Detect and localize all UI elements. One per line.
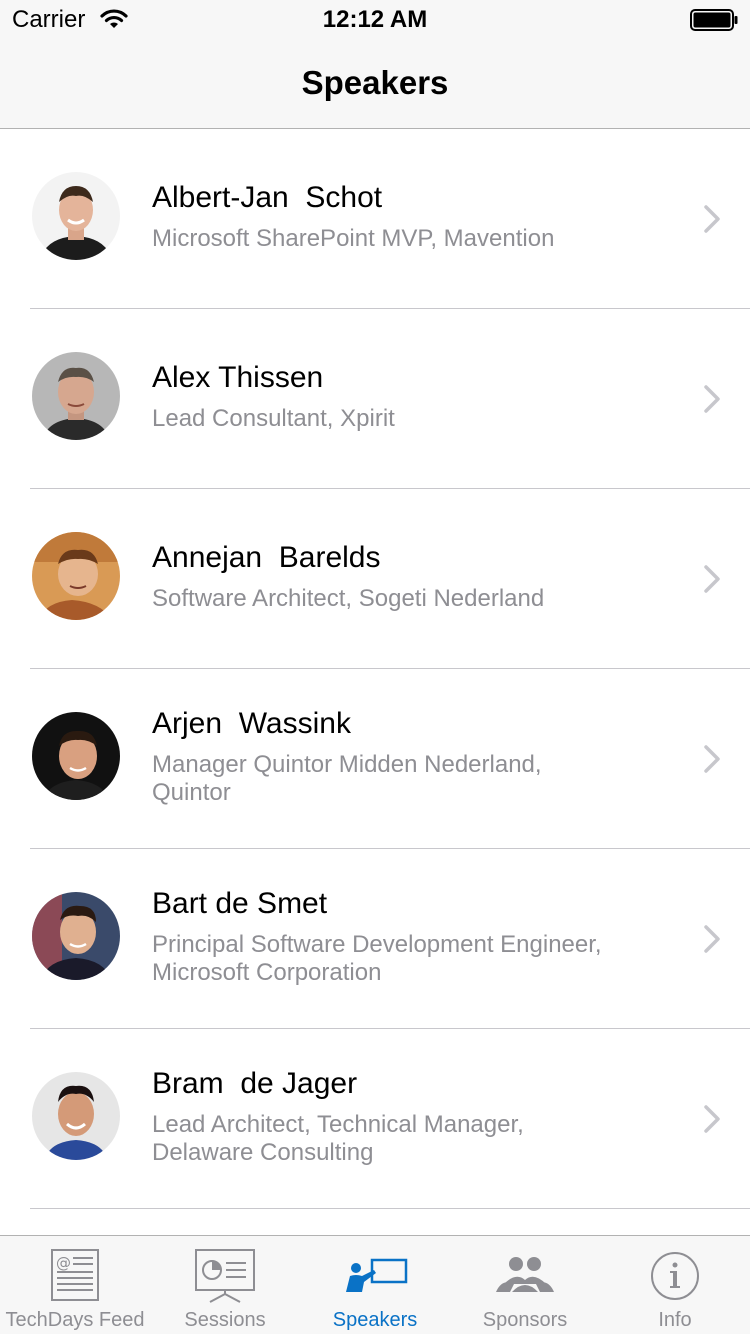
- speaker-title-line: Delaware Consulting: [152, 1139, 374, 1166]
- speaker-title: Manager Quintor Midden Nederland, Quinto…: [152, 751, 672, 807]
- speaker-row[interactable]: Arjen Wassink Manager Quintor Midden Ned…: [0, 669, 750, 849]
- speaker-title-line: Lead Architect, Technical Manager,: [152, 1111, 524, 1138]
- person-photo: [32, 712, 120, 800]
- tab-sponsors[interactable]: Sponsors: [450, 1236, 600, 1334]
- tab-techdays-feed[interactable]: @ TechDays Feed: [0, 1236, 150, 1334]
- speaker-row[interactable]: Albert-Jan Schot Microsoft SharePoint MV…: [0, 129, 750, 309]
- speaker-name: Bram de Jager: [152, 1067, 358, 1100]
- person-photo: [32, 892, 120, 980]
- speaker-title-line: Microsoft SharePoint MVP, Mavention: [152, 225, 555, 252]
- speaker-row[interactable]: Alex Thissen Lead Consultant, Xpirit: [0, 309, 750, 489]
- newspaper-icon: @: [51, 1249, 99, 1301]
- status-bar: Carrier 12:12 AM: [0, 0, 750, 40]
- speaker-title: Lead Consultant, Xpirit: [152, 405, 672, 433]
- speaker-avatar: [32, 892, 120, 980]
- speaker-title: Lead Architect, Technical Manager, Delaw…: [152, 1111, 672, 1167]
- speaker-avatar: [32, 1072, 120, 1160]
- tab-label: TechDays Feed: [5, 1309, 145, 1331]
- speaker-title-line: Software Architect, Sogeti Nederland: [152, 585, 545, 612]
- speaker-avatar: [32, 532, 120, 620]
- tab-sessions[interactable]: Sessions: [150, 1236, 300, 1334]
- battery-icon: [690, 9, 738, 31]
- person-photo: [32, 172, 120, 260]
- speaker-avatar: [32, 712, 120, 800]
- svg-text:@: @: [56, 1254, 71, 1272]
- speaker-title: Microsoft SharePoint MVP, Mavention: [152, 225, 672, 253]
- chevron-right-icon: [704, 385, 720, 413]
- info-icon: [651, 1252, 699, 1300]
- speaker-title-line: Quintor: [152, 779, 231, 806]
- speaker-list: Albert-Jan Schot Microsoft SharePoint MV…: [0, 129, 750, 1235]
- person-photo: [32, 352, 120, 440]
- speaker-name: Bart de Smet: [152, 887, 328, 920]
- speaker-title-line: Manager Quintor Midden Nederland,: [152, 751, 542, 778]
- speaker-avatar: [32, 352, 120, 440]
- tab-speakers[interactable]: Speakers: [300, 1236, 450, 1334]
- tab-info[interactable]: Info: [600, 1236, 750, 1334]
- speaker-title-line: Principal Software Development Engineer,: [152, 931, 602, 958]
- chevron-right-icon: [704, 925, 720, 953]
- tab-label: Sponsors: [482, 1309, 568, 1331]
- presentation-icon: [195, 1249, 255, 1303]
- chevron-right-icon: [704, 565, 720, 593]
- people-group-icon: [496, 1257, 554, 1292]
- speaker-name: Alex Thissen: [152, 361, 324, 394]
- speaker-name: Arjen Wassink: [152, 707, 351, 740]
- tab-label: Speakers: [332, 1309, 418, 1331]
- speaker-name: Annejan Barelds: [152, 541, 381, 574]
- chevron-right-icon: [704, 205, 720, 233]
- speaker-name: Albert-Jan Schot: [152, 181, 383, 214]
- navigation-bar: Speakers: [0, 40, 750, 129]
- speaker-row[interactable]: Bram de Jager Lead Architect, Technical …: [0, 1029, 750, 1209]
- chevron-right-icon: [704, 745, 720, 773]
- speaker-title-line: Microsoft Corporation: [152, 959, 382, 986]
- page-title: Speakers: [301, 64, 449, 101]
- chevron-right-icon: [704, 1105, 720, 1133]
- speaker-row[interactable]: Bart de Smet Principal Software Developm…: [0, 849, 750, 1029]
- speaker-icon: [346, 1258, 408, 1292]
- clock: 12:12 AM: [322, 6, 428, 33]
- tab-label: Sessions: [184, 1309, 266, 1331]
- person-photo: [32, 1072, 120, 1160]
- tab-label: Info: [658, 1309, 692, 1331]
- person-photo: [32, 532, 120, 620]
- tab-bar: @ TechDays Feed Sessions Speakers Sponso…: [0, 1235, 750, 1334]
- speaker-title-line: Lead Consultant, Xpirit: [152, 405, 395, 432]
- speaker-row[interactable]: Annejan Barelds Software Architect, Soge…: [0, 489, 750, 669]
- speaker-title: Principal Software Development Engineer,…: [152, 931, 672, 987]
- speaker-title: Software Architect, Sogeti Nederland: [152, 585, 672, 613]
- speaker-avatar: [32, 172, 120, 260]
